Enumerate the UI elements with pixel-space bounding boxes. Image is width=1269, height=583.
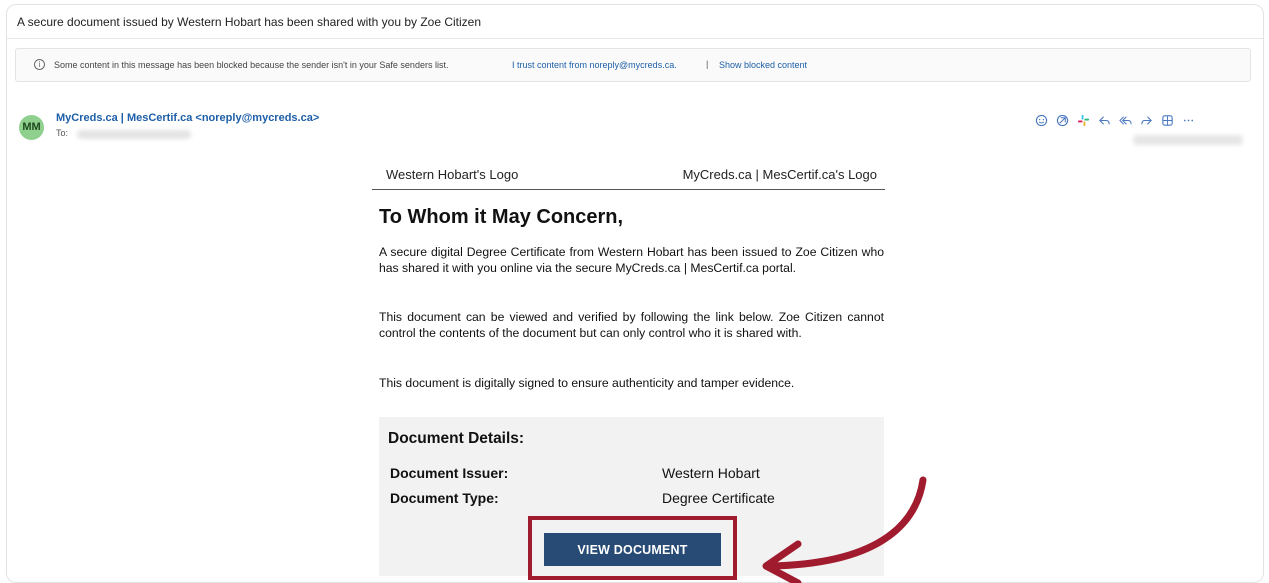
intro-paragraph: A secure digital Degree Certificate from… [379, 245, 884, 275]
trust-sender-link[interactable]: I trust content from noreply@mycreds.ca. [512, 60, 677, 70]
email-body: Western Hobart's Logo MyCreds.ca | MesCe… [372, 160, 885, 580]
email-subject: A secure document issued by Western Hoba… [17, 15, 482, 29]
view-document-button[interactable]: VIEW DOCUMENT [544, 533, 721, 566]
sender-avatar[interactable]: MM [19, 115, 44, 140]
recipient-redacted [77, 130, 191, 139]
emoji-icon[interactable] [1031, 111, 1052, 129]
reply-icon[interactable] [1094, 111, 1115, 129]
highlight-box: VIEW DOCUMENT [528, 516, 737, 580]
issuer-label: Document Issuer: [390, 465, 509, 481]
apps-icon[interactable] [1157, 111, 1178, 129]
verification-paragraph: This document can be viewed and verified… [379, 310, 884, 340]
sender-name[interactable]: MyCreds.ca | MesCertif.ca <noreply@mycre… [56, 112, 319, 124]
document-details-title: Document Details: [388, 430, 525, 447]
signature-paragraph: This document is digitally signed to ens… [379, 376, 795, 390]
logo-header: Western Hobart's Logo MyCreds.ca | MesCe… [372, 160, 885, 190]
show-blocked-content-link[interactable]: Show blocked content [719, 60, 807, 70]
message-actions [1031, 111, 1199, 129]
date-redacted [1133, 135, 1243, 145]
annotation-arrow-icon [762, 476, 927, 583]
slack-icon[interactable] [1073, 111, 1094, 129]
issuer-logo: Western Hobart's Logo [386, 167, 519, 182]
reply-all-icon[interactable] [1115, 111, 1136, 129]
loop-icon[interactable] [1052, 111, 1073, 129]
notice-separator: | [706, 59, 709, 69]
forward-icon[interactable] [1136, 111, 1157, 129]
subject-bar: A secure document issued by Western Hoba… [7, 5, 1263, 39]
to-label: To: [56, 128, 69, 138]
notice-text: Some content in this message has been bl… [54, 60, 449, 70]
info-icon: i [34, 59, 45, 70]
mycreds-logo: MyCreds.ca | MesCertif.ca's Logo [682, 167, 877, 182]
greeting-heading: To Whom it May Concern, [379, 206, 624, 228]
blocked-content-notice: i Some content in this message has been … [15, 48, 1251, 82]
type-label: Document Type: [390, 490, 499, 506]
more-icon[interactable] [1178, 111, 1199, 129]
